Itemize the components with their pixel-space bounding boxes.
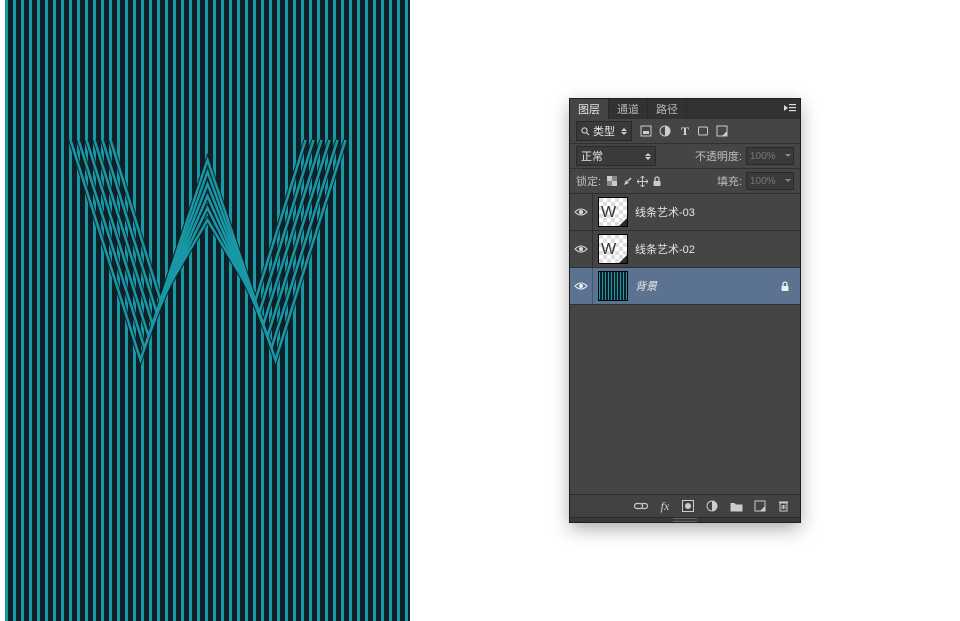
eye-icon [574,244,588,254]
visibility-toggle[interactable] [570,231,593,267]
adjustment-filter-icon[interactable] [659,125,673,137]
filter-kind-label: 类型 [593,123,615,139]
blend-mode-dropdown[interactable]: 正常 [576,146,656,166]
blend-mode-value: 正常 [581,148,603,164]
document-canvas[interactable] [5,0,410,621]
delete-layer-icon[interactable] [778,500,792,512]
panel-resize-grip[interactable] [570,517,800,522]
layer-row[interactable]: W 线条艺术-03 [570,194,800,231]
lock-pixels-icon[interactable] [622,176,633,187]
opacity-spinner[interactable]: 100% [746,147,794,165]
lock-label: 锁定: [576,173,601,189]
new-layer-icon[interactable] [754,500,768,512]
lock-options-row: 锁定: 填充: 100% [570,169,800,194]
tab-channels[interactable]: 通道 [609,99,648,119]
layer-thumbnail[interactable]: W [599,235,627,263]
lock-all-icon[interactable] [652,176,662,187]
pixel-filter-icon[interactable] [640,125,654,137]
search-icon [581,127,590,136]
eye-icon [574,207,588,217]
layer-thumbnail[interactable] [599,272,627,300]
layer-row[interactable]: 背景 [570,268,800,305]
link-layers-icon[interactable] [634,501,648,511]
visibility-toggle[interactable] [570,194,593,230]
layer-filter-row: 类型 T [570,119,800,144]
smart-filter-icon[interactable] [716,125,730,137]
lock-icon [780,281,794,292]
layer-name[interactable]: 线条艺术-03 [635,204,794,220]
add-mask-icon[interactable] [682,500,696,512]
fill-spinner[interactable]: 100% [746,172,794,190]
panel-menu-icon[interactable] [784,103,796,113]
fill-value: 100% [750,176,776,187]
panel-footer: fx [570,494,800,517]
layers-panel: 图层 通道 路径 类型 [570,99,800,522]
panel-tab-bar: 图层 通道 路径 [570,99,800,119]
opacity-label: 不透明度: [695,148,742,164]
shape-filter-icon[interactable] [697,125,711,137]
new-group-icon[interactable] [730,501,744,512]
lock-position-icon[interactable] [637,176,648,187]
layer-name[interactable]: 背景 [635,278,780,294]
new-adjustment-icon[interactable] [706,500,720,512]
layer-row[interactable]: W 线条艺术-02 [570,231,800,268]
blend-options-row: 正常 不透明度: 100% [570,144,800,169]
w-artwork [60,130,355,390]
lock-transparency-icon[interactable] [607,176,618,187]
fill-label: 填充: [717,173,742,189]
type-filter-icon[interactable]: T [678,124,692,138]
opacity-value: 100% [750,151,776,162]
tab-paths[interactable]: 路径 [648,99,687,119]
filter-kind-dropdown[interactable]: 类型 [576,121,632,141]
visibility-toggle[interactable] [570,268,593,304]
chevron-updown-icon [645,153,651,160]
layer-name[interactable]: 线条艺术-02 [635,241,794,257]
layer-fx-icon[interactable]: fx [658,499,672,514]
chevron-updown-icon [621,128,627,135]
smart-object-badge-icon [618,217,627,226]
layer-thumbnail[interactable]: W [599,198,627,226]
eye-icon [574,281,588,291]
smart-object-badge-icon [618,254,627,263]
layers-list: W 线条艺术-03 W 线条艺术-02 [570,194,800,494]
tab-layers[interactable]: 图层 [570,99,609,119]
